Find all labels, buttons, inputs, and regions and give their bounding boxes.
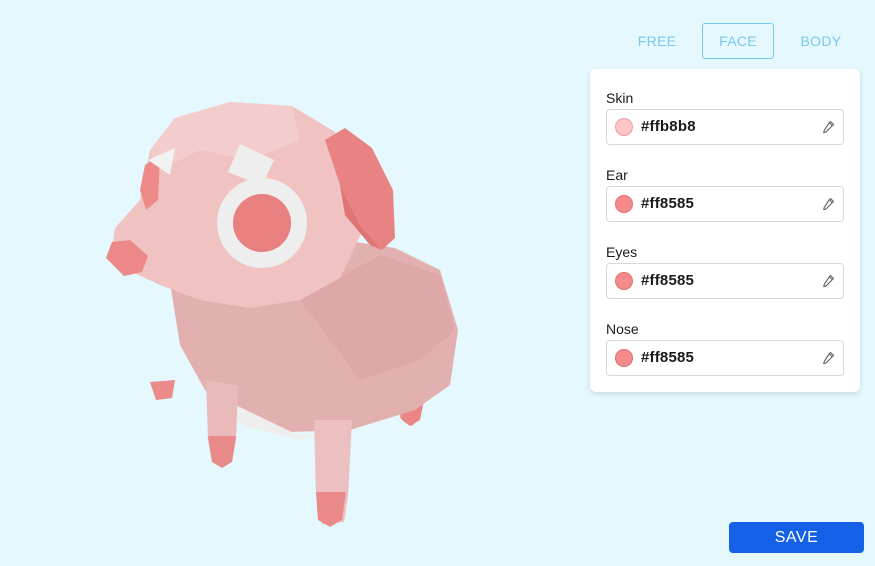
- skin-swatch[interactable]: [615, 118, 633, 136]
- nose-color-input[interactable]: #ff8585: [606, 340, 844, 376]
- color-panel: Skin #ffb8b8 Ear #ff8585 Eyes #ff8585 No…: [590, 69, 860, 392]
- nose-label: Nose: [606, 321, 639, 337]
- eyedropper-icon[interactable]: [821, 274, 835, 288]
- eyedropper-icon[interactable]: [821, 351, 835, 365]
- tab-body[interactable]: BODY: [782, 23, 860, 59]
- tab-face[interactable]: FACE: [702, 23, 774, 59]
- nose-hex-value: #ff8585: [641, 349, 695, 366]
- ear-swatch[interactable]: [615, 195, 633, 213]
- skin-label: Skin: [606, 90, 634, 106]
- eyes-swatch[interactable]: [615, 272, 633, 290]
- save-button[interactable]: SAVE: [729, 522, 864, 553]
- eyes-label: Eyes: [606, 244, 638, 260]
- eyedropper-icon[interactable]: [821, 197, 835, 211]
- pig-model: [106, 102, 458, 527]
- eyedropper-icon[interactable]: [821, 120, 835, 134]
- ear-color-input[interactable]: #ff8585: [606, 186, 844, 222]
- eyes-hex-value: #ff8585: [641, 272, 695, 289]
- skin-hex-value: #ffb8b8: [641, 118, 696, 135]
- ear-label: Ear: [606, 167, 628, 183]
- nose-swatch[interactable]: [615, 349, 633, 367]
- tab-free[interactable]: FREE: [618, 23, 696, 59]
- pig-eye-iris: [233, 194, 291, 252]
- customizer-app: FREE FACE BODY Skin #ffb8b8 Ear #ff8585: [0, 0, 875, 566]
- ear-hex-value: #ff8585: [641, 195, 695, 212]
- pig-hoof-front-left: [208, 436, 236, 468]
- eyes-color-input[interactable]: #ff8585: [606, 263, 844, 299]
- skin-color-input[interactable]: #ffb8b8: [606, 109, 844, 145]
- mode-tabs: FREE FACE BODY: [618, 23, 858, 59]
- pig-hoof-back-left: [150, 380, 175, 400]
- 3d-viewport[interactable]: [0, 0, 590, 566]
